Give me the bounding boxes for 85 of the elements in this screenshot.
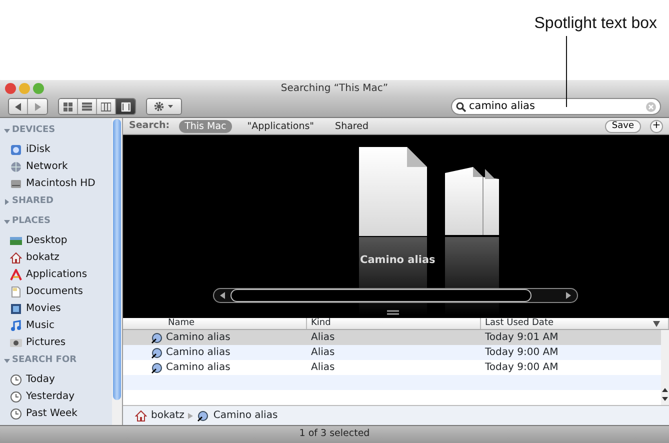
disclosure-triangle-icon[interactable] bbox=[4, 358, 10, 364]
idisk-icon bbox=[10, 144, 22, 156]
status-text: 1 of 3 selected bbox=[299, 427, 370, 442]
chevron-icon bbox=[188, 412, 194, 418]
column-header[interactable]: Kind bbox=[307, 318, 481, 329]
file-kind: Alias bbox=[310, 346, 336, 360]
applications-icon bbox=[10, 268, 22, 280]
resize-handle-icon[interactable] bbox=[387, 310, 399, 315]
column-header[interactable]: Last Used Date bbox=[485, 316, 554, 330]
leader-line bbox=[566, 36, 567, 107]
file-date: Today 9:01 AM bbox=[484, 331, 560, 345]
sort-arrow-icon[interactable] bbox=[653, 320, 660, 326]
add-button[interactable]: + bbox=[650, 120, 663, 132]
sidebar-item[interactable]: Past Week bbox=[0, 405, 112, 422]
file-kind: Alias bbox=[310, 331, 336, 345]
sidebar-item[interactable]: Macintosh HD bbox=[0, 175, 112, 192]
save-button[interactable]: Save bbox=[604, 120, 641, 132]
path-item[interactable]: Camino alias bbox=[213, 408, 278, 423]
gear-icon bbox=[153, 101, 175, 112]
back-button[interactable] bbox=[9, 99, 28, 114]
desktop-icon bbox=[10, 234, 22, 246]
cover-flow-icon bbox=[120, 102, 130, 112]
disclosure-triangle-icon[interactable] bbox=[4, 128, 10, 134]
camera-icon bbox=[10, 336, 22, 348]
file-name: Camino alias bbox=[166, 346, 230, 360]
cover-flow-caption: Camino alias bbox=[360, 253, 436, 268]
sidebar-item[interactable]: Pictures bbox=[0, 334, 112, 351]
path-item[interactable]: bokatz bbox=[151, 408, 184, 423]
home-icon bbox=[10, 252, 22, 264]
file-kind: Alias bbox=[310, 361, 336, 375]
column-view-button[interactable] bbox=[97, 99, 116, 114]
scope-option[interactable]: "Applications" bbox=[241, 120, 320, 132]
sidebar-item[interactable]: Applications bbox=[0, 266, 112, 283]
scroll-up-icon[interactable] bbox=[662, 387, 668, 393]
window-title: Searching “This Mac” bbox=[280, 82, 390, 96]
sidebar-item[interactable]: Network bbox=[0, 158, 112, 175]
file-date: Today 9:00 AM bbox=[484, 346, 560, 360]
sidebar-item[interactable]: bokatz bbox=[0, 249, 112, 266]
alias-icon bbox=[151, 332, 163, 344]
clock-icon bbox=[10, 374, 22, 386]
clock-icon bbox=[10, 408, 22, 420]
globe-icon bbox=[10, 160, 22, 172]
search-input[interactable]: camino alias bbox=[469, 98, 643, 114]
search-label: Search: bbox=[129, 118, 170, 133]
close-button[interactable] bbox=[5, 82, 16, 94]
grid-icon bbox=[63, 102, 73, 112]
alias-icon bbox=[151, 362, 163, 374]
clock-icon bbox=[10, 390, 22, 402]
sidebar-item[interactable]: Desktop bbox=[0, 232, 112, 249]
scroll-down-icon[interactable] bbox=[662, 396, 668, 402]
search-icon bbox=[456, 102, 466, 112]
cover-flow-button[interactable] bbox=[116, 99, 135, 114]
right-arrow-icon bbox=[34, 102, 42, 110]
sidebar-item[interactable]: Music bbox=[0, 317, 112, 334]
search-box[interactable]: camino alias bbox=[451, 98, 661, 115]
sidebar-item[interactable]: Documents bbox=[0, 283, 112, 300]
sidebar-item[interactable]: Yesterday bbox=[0, 388, 112, 405]
cover-flow-scrollbar[interactable] bbox=[213, 288, 578, 303]
file-date: Today 9:00 AM bbox=[484, 361, 560, 375]
column-header[interactable]: Name bbox=[123, 318, 307, 329]
list-icon bbox=[82, 102, 92, 112]
file-row[interactable]: Camino alias Alias Today 9:00 AM bbox=[123, 360, 661, 375]
left-arrow-icon bbox=[14, 102, 22, 110]
sidebar-item[interactable]: iDisk bbox=[0, 141, 112, 158]
alias-icon bbox=[151, 346, 163, 358]
file-name: Camino alias bbox=[166, 361, 230, 375]
callout-label: Spotlight text box bbox=[534, 14, 657, 34]
home-icon bbox=[135, 410, 147, 422]
document-icon bbox=[10, 286, 22, 298]
sidebar-item[interactable]: Movies bbox=[0, 300, 112, 317]
disclosure-triangle-icon[interactable] bbox=[4, 219, 10, 225]
icon-view-button[interactable] bbox=[59, 99, 78, 114]
film-icon bbox=[10, 302, 22, 314]
music-note-icon bbox=[10, 320, 22, 332]
file-row[interactable]: Camino alias Alias Today 9:00 AM bbox=[123, 345, 661, 360]
scope-option[interactable]: Shared bbox=[329, 120, 374, 132]
file-name: Camino alias bbox=[166, 331, 230, 345]
scroll-thumb[interactable] bbox=[113, 119, 121, 400]
list-view-button[interactable] bbox=[78, 99, 97, 114]
alias-icon bbox=[197, 410, 210, 422]
file-row[interactable]: Camino alias Alias Today 9:01 AM bbox=[123, 330, 661, 345]
disclosure-triangle-icon[interactable] bbox=[4, 199, 10, 205]
columns-icon bbox=[101, 102, 111, 112]
hard-drive-icon bbox=[10, 178, 22, 190]
sidebar-item[interactable]: Today bbox=[0, 371, 112, 388]
